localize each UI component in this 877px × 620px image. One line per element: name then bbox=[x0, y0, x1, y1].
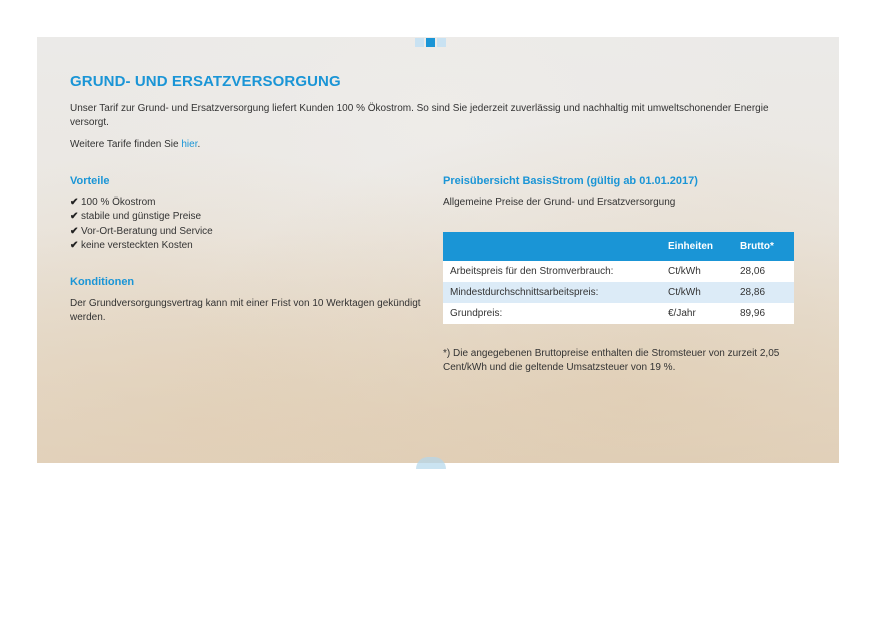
list-item-label: keine versteckten Kosten bbox=[81, 239, 193, 251]
table-cell: Mindestdurchschnittsarbeitspreis: bbox=[443, 282, 661, 303]
list-item: ✔ keine versteckten Kosten bbox=[70, 239, 213, 253]
price-overview-subtitle: Allgemeine Preise der Grund- und Ersatzv… bbox=[443, 197, 676, 208]
check-icon: ✔ bbox=[70, 239, 79, 251]
more-tariffs-link[interactable]: hier bbox=[181, 139, 197, 150]
list-item-label: stabile und günstige Preise bbox=[81, 211, 202, 223]
table-cell: 28,06 bbox=[733, 261, 794, 282]
more-tariffs-text: Weitere Tarife finden Sie hier. bbox=[70, 139, 200, 150]
list-item-label: 100 % Ökostrom bbox=[81, 197, 156, 208]
konditionen-text: Der Grundversorgungsvertrag kann mit ein… bbox=[70, 298, 421, 323]
price-overview-heading: Preisübersicht BasisStrom (gültig ab 01.… bbox=[443, 175, 698, 187]
table-row: Mindestdurchschnittsarbeitspreis: Ct/kWh… bbox=[443, 282, 794, 303]
more-tariffs-suffix: . bbox=[197, 139, 201, 150]
table-cell: Arbeitspreis für den Stromverbrauch: bbox=[443, 261, 661, 282]
konditionen-heading: Konditionen bbox=[70, 276, 135, 288]
vorteile-heading: Vorteile bbox=[70, 175, 110, 187]
slider-pagination bbox=[415, 38, 446, 48]
list-item: ✔ stabile und günstige Preise bbox=[70, 210, 213, 224]
price-footnote: *) Die angegebenen Bruttopreise enthalte… bbox=[443, 348, 780, 373]
table-cell: 28,86 bbox=[733, 282, 794, 303]
check-icon: ✔ bbox=[70, 225, 79, 237]
section-title: GRUND- UND ERSATZVERSORGUNG bbox=[70, 73, 341, 90]
slider-dot[interactable] bbox=[437, 38, 446, 47]
table-row: Arbeitspreis für den Stromverbrauch: Ct/… bbox=[443, 261, 794, 282]
table-cell: Ct/kWh bbox=[661, 282, 733, 303]
list-item: ✔ 100 % Ökostrom bbox=[70, 196, 213, 210]
table-header-row: Einheiten Brutto* bbox=[443, 232, 794, 261]
table-cell: 89,96 bbox=[733, 303, 794, 324]
list-item-label: Vor-Ort-Beratung und Service bbox=[81, 225, 213, 237]
table-cell: Ct/kWh bbox=[661, 261, 733, 282]
table-header-cell bbox=[443, 232, 661, 261]
list-item: ✔ Vor-Ort-Beratung und Service bbox=[70, 225, 213, 239]
check-icon: ✔ bbox=[70, 211, 79, 223]
table-header-cell: Einheiten bbox=[661, 232, 733, 261]
table-row: Grundpreis: €/Jahr 89,96 bbox=[443, 303, 794, 324]
scroll-down-indicator[interactable] bbox=[416, 457, 446, 469]
table-cell: €/Jahr bbox=[661, 303, 733, 324]
table-cell: Grundpreis: bbox=[443, 303, 661, 324]
table-header-cell: Brutto* bbox=[733, 232, 794, 261]
vorteile-list: ✔ 100 % Ökostrom ✔ stabile und günstige Pr… bbox=[70, 196, 213, 253]
intro-text: Unser Tarif zur Grund- und Ersatzversorg… bbox=[70, 103, 769, 128]
price-table: Einheiten Brutto* Arbeitspreis für den S… bbox=[443, 232, 794, 324]
slider-dot[interactable] bbox=[415, 38, 424, 47]
check-icon: ✔ bbox=[70, 197, 79, 208]
slider-dot-active[interactable] bbox=[426, 38, 435, 47]
more-tariffs-prefix: Weitere Tarife finden Sie bbox=[70, 139, 182, 150]
